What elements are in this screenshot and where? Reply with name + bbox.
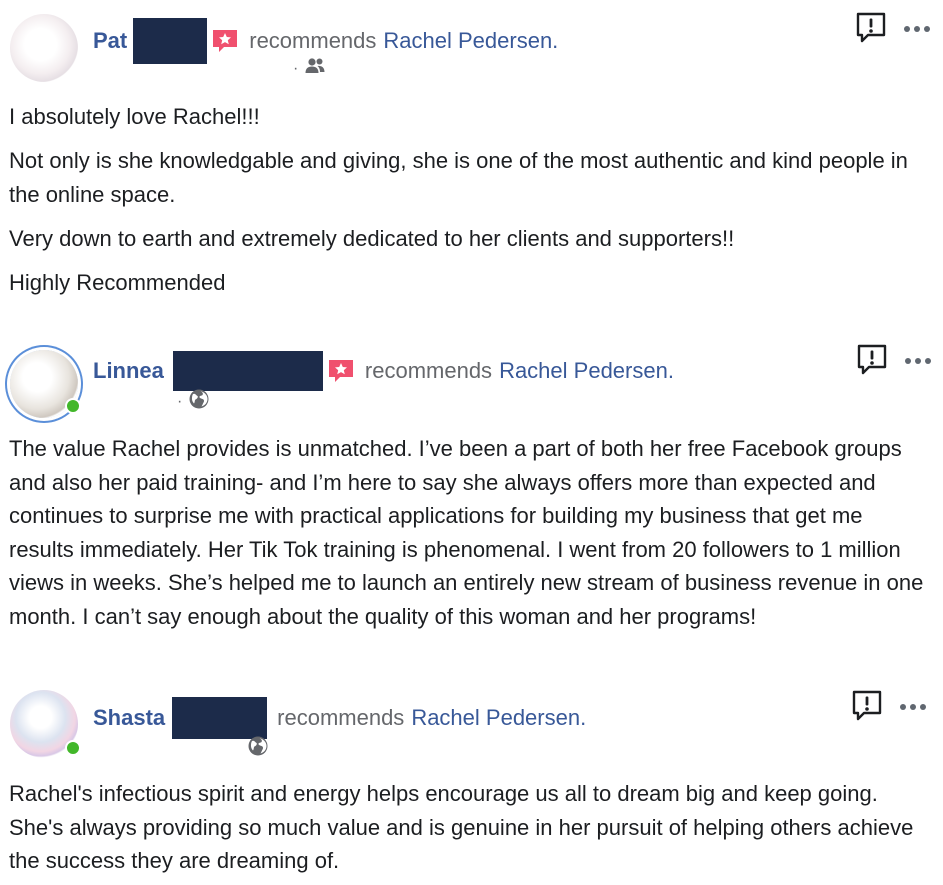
author-name[interactable]: Pat xyxy=(93,27,127,55)
review-paragraph: Very down to earth and extremely dedicat… xyxy=(9,226,735,251)
recommend-star-icon xyxy=(211,28,239,54)
report-icon[interactable] xyxy=(854,10,888,49)
recommends-text: recommends xyxy=(249,28,377,53)
review-text: I absolutely love Rachel!!! Not only is … xyxy=(9,100,933,310)
globe-icon[interactable] xyxy=(188,388,210,415)
review-card: Pat recommends Rachel Pedersen. · I abso… xyxy=(0,0,943,310)
review-meta: · xyxy=(293,56,326,81)
review-actions xyxy=(854,10,932,49)
review-card: Shasta recommends Rachel Pedersen. Rache… xyxy=(0,680,943,885)
redacted-surname xyxy=(172,697,268,739)
recommends-text: recommends xyxy=(277,705,405,730)
review-card: Linnea recommends Rachel Pedersen. · The… xyxy=(0,330,943,675)
review-paragraph: The value Rachel provides is unmatched. … xyxy=(9,436,924,629)
report-icon[interactable] xyxy=(850,688,884,727)
more-options-icon[interactable] xyxy=(902,21,932,39)
avatar[interactable] xyxy=(10,14,78,82)
friends-icon[interactable] xyxy=(304,56,326,81)
recommendations-feed: Pat recommends Rachel Pedersen. · I abso… xyxy=(0,0,943,885)
review-meta xyxy=(247,735,269,762)
redacted-surname xyxy=(133,18,208,64)
review-header: Shasta recommends Rachel Pedersen. xyxy=(93,697,586,739)
online-status-indicator xyxy=(65,398,81,414)
review-text: The value Rachel provides is unmatched. … xyxy=(9,432,933,634)
meta-separator: · xyxy=(293,59,299,77)
author-name[interactable]: Shasta xyxy=(93,704,165,732)
review-paragraph: Rachel's infectious spirit and energy he… xyxy=(9,781,914,874)
globe-icon[interactable] xyxy=(247,735,269,762)
page-name-link[interactable]: Rachel Pedersen. xyxy=(499,357,674,385)
review-actions xyxy=(855,342,933,381)
redacted-surname xyxy=(172,351,323,391)
review-meta: · xyxy=(177,388,210,415)
page-name-link[interactable]: Rachel Pedersen. xyxy=(411,704,586,732)
review-paragraph: Not only is she knowledgable and giving,… xyxy=(9,148,908,207)
meta-separator: · xyxy=(177,392,183,410)
online-status-indicator xyxy=(65,740,81,756)
more-options-icon[interactable] xyxy=(898,699,928,717)
review-text: Rachel's infectious spirit and energy he… xyxy=(9,777,933,878)
review-actions xyxy=(850,688,928,727)
recommend-star-icon xyxy=(327,358,355,384)
page-name-link[interactable]: Rachel Pedersen. xyxy=(383,27,558,55)
author-name[interactable]: Linnea xyxy=(93,357,164,385)
review-paragraph: Highly Recommended xyxy=(9,270,226,295)
review-paragraph: I absolutely love Rachel!!! xyxy=(9,104,260,129)
review-header: Linnea recommends Rachel Pedersen. xyxy=(93,351,674,391)
more-options-icon[interactable] xyxy=(903,353,933,371)
report-icon[interactable] xyxy=(855,342,889,381)
recommends-text: recommends xyxy=(364,358,493,383)
